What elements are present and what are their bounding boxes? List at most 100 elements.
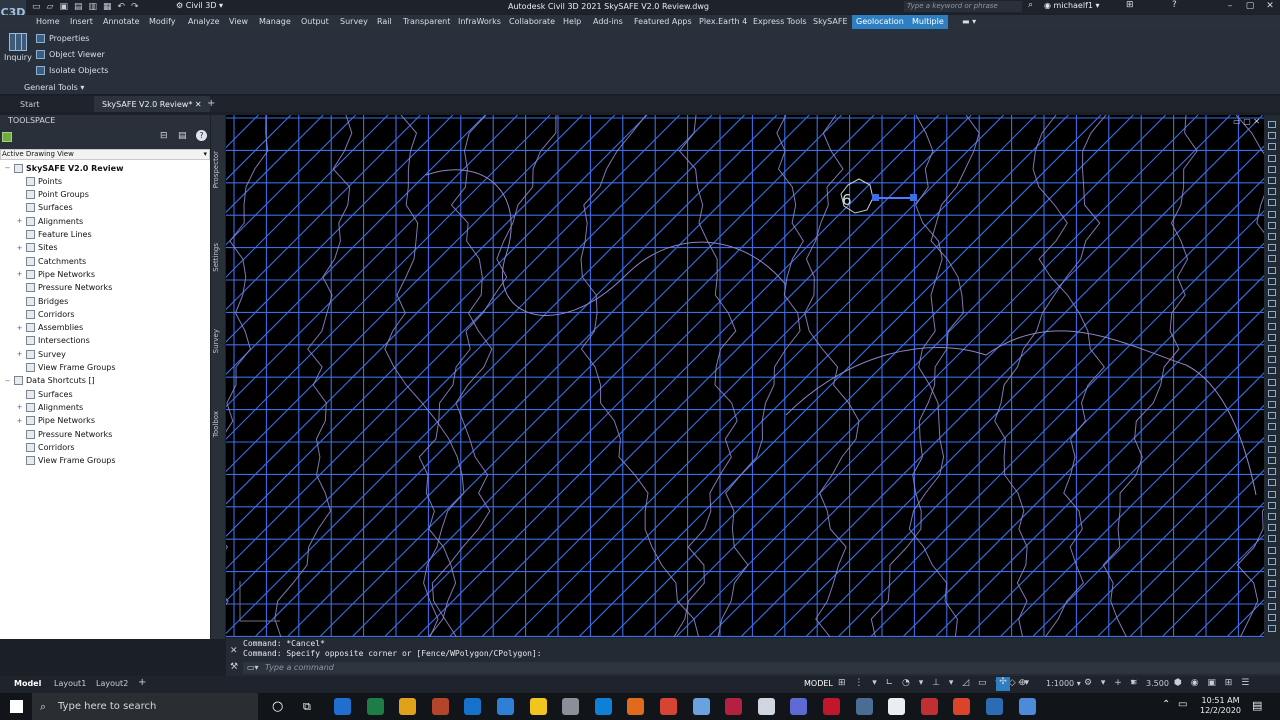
isolate-objects-button[interactable]: Isolate Objects (36, 66, 108, 75)
tab-survey-toolspace[interactable]: Survey (212, 329, 220, 353)
taskbar-app-icon[interactable] (497, 698, 514, 715)
right-tool-icon[interactable] (1268, 569, 1276, 576)
new-tab-icon[interactable]: + (207, 98, 215, 109)
tree-item[interactable]: + Pipe Networks (16, 268, 95, 280)
tab-multiple[interactable]: Multiple (908, 15, 948, 29)
taskbar-search-input[interactable]: Type here to search (32, 693, 258, 720)
right-tool-icon[interactable] (1268, 277, 1276, 285)
tab-insert[interactable]: Insert (70, 17, 93, 26)
notifications-icon[interactable]: ▤ (1252, 699, 1262, 712)
right-tool-icon[interactable] (1268, 165, 1276, 173)
tab-rail[interactable]: Rail (377, 17, 392, 26)
expand-toggle-icon[interactable]: + (16, 350, 23, 358)
tree-item[interactable]: Pressure Networks (16, 428, 112, 440)
right-tool-icon[interactable] (1268, 233, 1276, 240)
taskbar-app-icon[interactable] (562, 698, 580, 715)
right-tool-icon[interactable] (1268, 289, 1276, 296)
layer-icon[interactable]: ≋ (1130, 678, 1138, 688)
toolspace-help-icon[interactable]: ? (196, 130, 207, 141)
right-tool-icon[interactable] (1268, 613, 1276, 621)
expand-toggle-icon[interactable]: + (16, 270, 23, 278)
right-tool-icon[interactable] (1268, 311, 1276, 319)
right-tool-icon[interactable] (1268, 457, 1276, 464)
right-tool-icon[interactable] (1268, 412, 1276, 420)
right-tool-icon[interactable] (1268, 389, 1276, 397)
expand-toggle-icon[interactable]: + (16, 403, 23, 411)
customize-wrench-icon[interactable]: ⚒ (230, 662, 238, 672)
taskbar-app-icon[interactable] (888, 698, 906, 715)
tree-item[interactable]: Surfaces (16, 202, 73, 214)
minimize-button[interactable]: – (1220, 0, 1240, 14)
redo-icon[interactable]: ↷ (131, 1, 139, 13)
show-hidden-icons[interactable]: ⌃ (1162, 699, 1170, 710)
grip-handle-end[interactable] (910, 194, 917, 201)
taskbar-app-icon[interactable] (464, 698, 482, 715)
right-tool-icon[interactable] (1268, 423, 1276, 431)
taskbar-app-icon[interactable] (366, 698, 384, 715)
right-tool-icon[interactable] (1268, 468, 1276, 476)
taskbar-app-icon[interactable] (692, 698, 710, 715)
tab-settings[interactable]: Settings (212, 243, 220, 272)
tab-toolbox[interactable]: Toolbox (212, 411, 220, 437)
open-file-icon[interactable]: ▱ (47, 1, 54, 13)
right-tool-icon[interactable] (1268, 501, 1276, 509)
expand-toggle-icon[interactable]: − (4, 377, 11, 385)
right-tool-icon[interactable] (1268, 378, 1276, 386)
right-tool-icon[interactable] (1268, 322, 1276, 330)
right-tool-icon[interactable] (1268, 513, 1276, 520)
right-tool-icon[interactable] (1268, 591, 1276, 599)
tree-item[interactable]: Catchments (16, 255, 86, 267)
help-icon[interactable]: ? (1172, 0, 1177, 10)
expand-toggle-icon[interactable]: + (16, 417, 23, 425)
right-tool-icon[interactable] (1268, 356, 1276, 364)
right-tool-icon[interactable] (1268, 333, 1276, 341)
item-view-icon[interactable]: ⊟ (160, 131, 168, 141)
taskbar-app-icon[interactable] (431, 698, 449, 715)
close-button[interactable]: ✕ (1260, 0, 1280, 14)
tab-start[interactable]: Start (20, 100, 40, 109)
taskbar-app-icon[interactable] (725, 698, 743, 715)
tree-item[interactable]: Intersections (16, 335, 90, 347)
properties-button[interactable]: Properties (36, 34, 89, 43)
tree-item[interactable]: Surfaces (16, 388, 73, 400)
save-icon[interactable]: ▣ (59, 1, 68, 13)
annotation-visibility-icon[interactable]: ✣ (996, 677, 1010, 691)
tree-item[interactable]: Points (16, 175, 62, 187)
tab-analyze[interactable]: Analyze (188, 17, 220, 26)
tab-skysafe[interactable]: SkySAFE (813, 17, 848, 26)
tree-item[interactable]: Corridors (16, 308, 75, 320)
right-tool-icon[interactable] (1268, 557, 1276, 565)
tree-item[interactable]: Bridges (16, 295, 68, 307)
tree-item[interactable]: Pressure Networks (16, 282, 112, 294)
taskbar-app-icon[interactable] (1018, 698, 1036, 715)
right-tool-icon[interactable] (1268, 210, 1276, 218)
cortana-icon[interactable]: ○ (272, 699, 283, 714)
save-as-icon[interactable]: ▤ (74, 1, 83, 13)
right-tool-icon[interactable] (1268, 300, 1276, 308)
system-clock[interactable]: 10:51 AM 12/2/2020 (1200, 696, 1241, 716)
ribbon-toggle-icon[interactable]: ▬ ▾ (962, 17, 976, 26)
tab-home[interactable]: Home (36, 17, 60, 26)
drawing-view-select[interactable]: Active Drawing View ▾ (0, 149, 210, 160)
new-file-icon[interactable]: ▭ (32, 1, 41, 13)
general-tools-panel-title[interactable]: General Tools ▾ (24, 83, 84, 92)
right-tool-icon[interactable] (1268, 266, 1276, 274)
web-mobile-icon[interactable]: ▥ (88, 1, 97, 13)
tree-item[interactable]: View Frame Groups (16, 362, 116, 374)
tab-annotate[interactable]: Annotate (103, 17, 140, 26)
maximize-button[interactable]: ▢ (1240, 0, 1260, 14)
taskbar-app-icon[interactable] (953, 698, 971, 715)
right-tool-icon[interactable] (1268, 535, 1276, 543)
close-tab-icon[interactable]: ✕ (195, 100, 202, 109)
tree-item[interactable]: + Alignments (16, 215, 83, 227)
tree-item[interactable]: + Survey (16, 348, 66, 360)
right-tool-icon[interactable] (1268, 177, 1276, 184)
taskbar-app-icon[interactable] (855, 698, 873, 715)
tree-item[interactable]: View Frame Groups (16, 455, 116, 467)
tab-manage[interactable]: Manage (259, 17, 291, 26)
tab-collaborate[interactable]: Collaborate (509, 17, 555, 26)
tab-infraworks[interactable]: InfraWorks (458, 17, 501, 26)
autoscale-icon[interactable]: ⟴ (1018, 678, 1028, 688)
tab-layout2[interactable]: Layout2 (96, 679, 128, 688)
list-view-icon[interactable]: ▤ (178, 131, 187, 141)
